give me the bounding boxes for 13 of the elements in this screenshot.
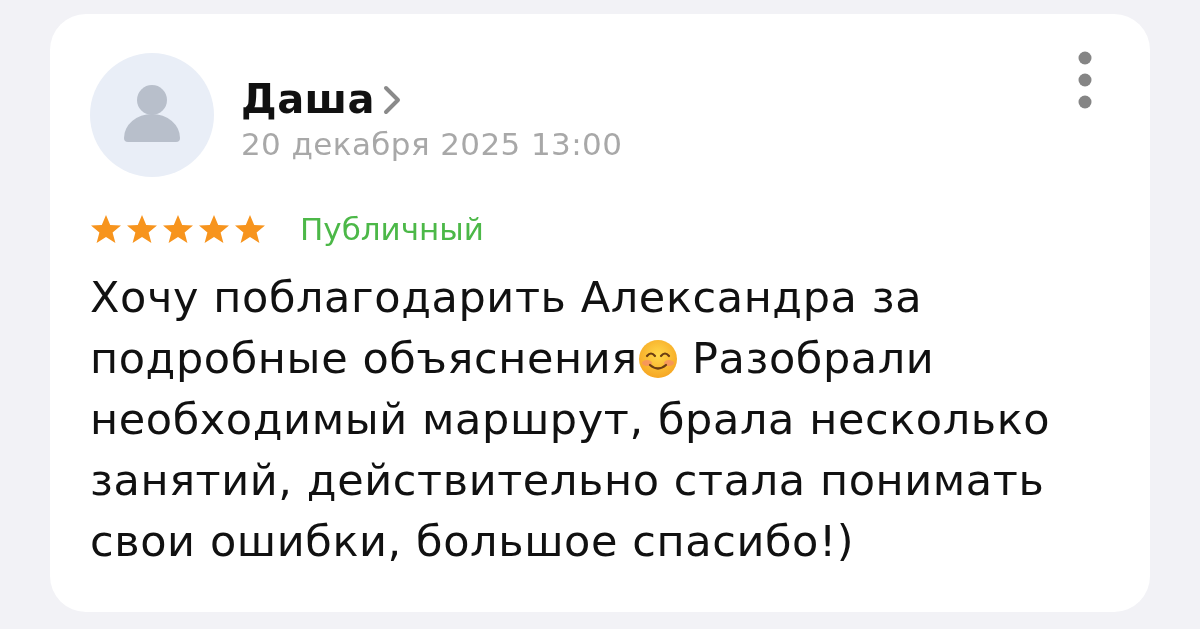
star-icon <box>90 213 122 245</box>
review-text: Хочу поблагодарить Александра за подробные объяснения Разобрали необходимый маршрут, брала несколько занятий, действительно стала понимать свои ошибки, большое спасибо!) <box>90 271 1052 568</box>
star-icon <box>162 213 194 245</box>
star-icon <box>126 213 158 245</box>
star-icon <box>198 213 230 245</box>
smiling-emoji-icon <box>637 339 678 379</box>
more-options-icon[interactable] <box>1078 51 1092 109</box>
review-date: 20 декабря 2025 13:00 <box>241 125 623 163</box>
visibility-label: Публичный <box>300 211 484 247</box>
chevron-right-icon[interactable] <box>383 85 402 115</box>
star-icon <box>234 213 266 245</box>
author-name[interactable]: Даша <box>241 75 376 123</box>
avatar-icon <box>90 53 214 177</box>
